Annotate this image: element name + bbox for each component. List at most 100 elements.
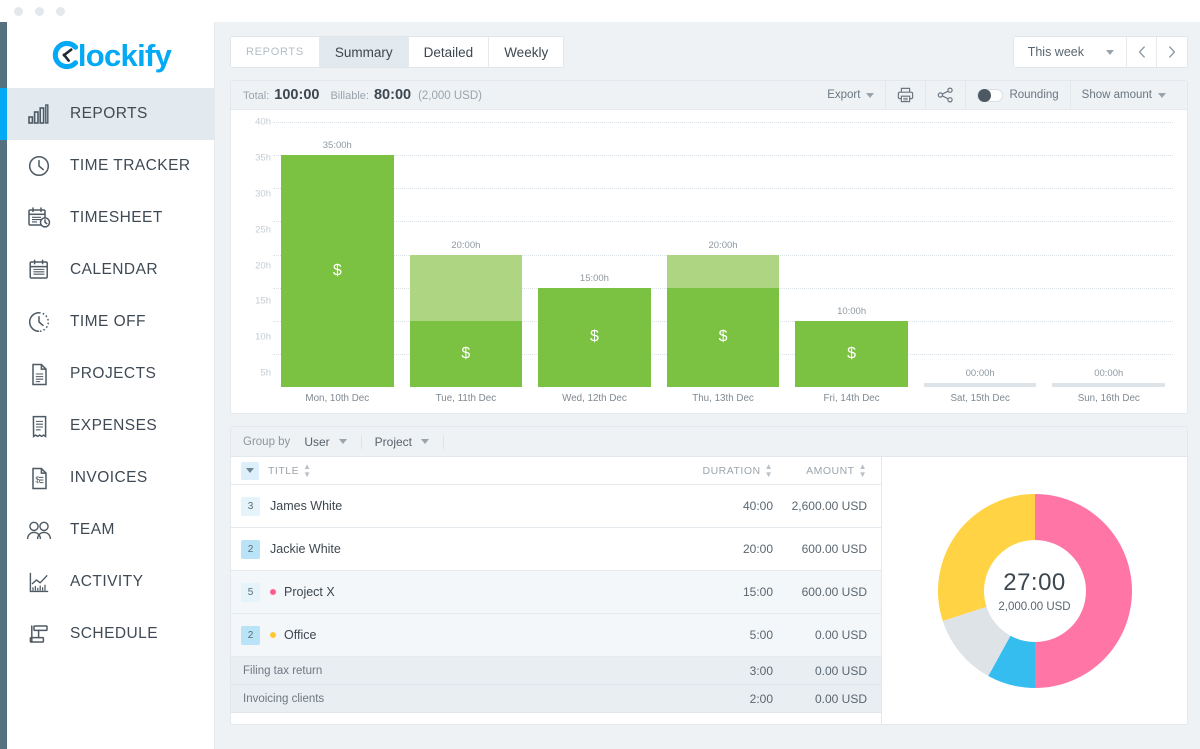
row-title-cell: Filing tax return	[243, 665, 677, 677]
chevron-down-icon	[866, 92, 875, 98]
table-row[interactable]: 2 Jackie White 20:00 600.00 USD	[231, 528, 881, 571]
donut-panel: 27:00 2,000.00 USD	[882, 457, 1187, 724]
invoice-icon: $	[25, 467, 53, 490]
bar-segment-nonbillable	[666, 254, 780, 288]
rounding-toggle-group[interactable]: Rounding	[965, 80, 1069, 110]
project-color-dot	[270, 589, 276, 595]
toggle-knob	[978, 89, 992, 102]
sidebar-item-activity[interactable]: ACTIVITY	[0, 556, 214, 608]
export-button[interactable]: Export	[816, 81, 885, 110]
x-axis-tick: Wed, 12th Dec	[562, 393, 627, 404]
chart-bar-column[interactable]: 00:00h	[916, 122, 1045, 387]
column-header-amount[interactable]: AMOUNT ▲ ▼	[773, 462, 881, 479]
table-row[interactable]: Filing tax return 3:00 0.00 USD	[231, 657, 881, 685]
donut-chart: 27:00 2,000.00 USD	[937, 493, 1133, 689]
y-axis-tick: 5h	[260, 367, 271, 379]
group-by-bar: Group by User Project	[231, 427, 1187, 457]
report-toolbar: REPORTS Summary Detailed Weekly This wee…	[230, 36, 1188, 68]
tab-summary[interactable]: Summary	[319, 37, 409, 67]
sidebar-item-time-off[interactable]: TIME OFF	[0, 296, 214, 348]
sidebar-item-timesheet[interactable]: TIMESHEET	[0, 192, 214, 244]
row-count-badge[interactable]: 3	[241, 496, 260, 516]
clock-dashed-icon	[25, 311, 53, 333]
bar-value-label: 20:00h	[708, 239, 738, 251]
chart-y-axis: 40h 35h 30h 25h 20h 15h 10h 5h	[239, 117, 273, 409]
sidebar-item-calendar[interactable]: CALENDAR	[0, 244, 214, 296]
row-title-cell: Jackie White	[270, 542, 677, 556]
chart-bar-column[interactable]: 35:00h $	[273, 122, 402, 387]
tab-detailed[interactable]: Detailed	[408, 37, 490, 67]
sidebar-item-label: PROJECTS	[70, 365, 157, 382]
sidebar-item-label: TIME TRACKER	[70, 157, 191, 174]
tab-weekly[interactable]: Weekly	[489, 37, 564, 67]
calendar-icon	[25, 259, 53, 281]
sidebar-item-reports[interactable]: REPORTS	[0, 88, 214, 140]
x-axis-tick: Fri, 14th Dec	[823, 393, 880, 404]
show-amount-label: Show amount	[1081, 89, 1152, 101]
sidebar-item-time-tracker[interactable]: TIME TRACKER	[0, 140, 214, 192]
sidebar-item-schedule[interactable]: SCHEDULE	[0, 608, 214, 660]
bar-value-label: 35:00h	[322, 140, 352, 152]
chart-bar-column[interactable]: 00:00h	[1044, 122, 1173, 387]
stacked-bar: $	[409, 254, 523, 387]
x-axis-tick: Thu, 13th Dec	[692, 393, 754, 404]
sidebar-item-team[interactable]: TEAM	[0, 504, 214, 556]
print-button[interactable]	[885, 80, 925, 110]
chart-header-tools: Export Rounding Show amount	[816, 80, 1177, 110]
row-count-badge[interactable]: 5	[241, 582, 260, 602]
stacked-bar: $	[666, 254, 780, 387]
column-header-duration[interactable]: DURATION ▲ ▼	[677, 462, 773, 479]
totals-summary: Total: 100:00 Billable: 80:00 (2,000 USD…	[243, 87, 482, 103]
column-header-title[interactable]: TITLE ▲ ▼	[268, 462, 677, 479]
date-prev-button[interactable]	[1127, 37, 1157, 67]
y-axis-tick: 30h	[255, 188, 271, 200]
group-by-secondary-dropdown[interactable]: Project	[375, 427, 443, 457]
group-by-primary-dropdown[interactable]: User	[304, 427, 360, 457]
donut-total-duration: 27:00	[1003, 568, 1066, 596]
row-amount: 0.00 USD	[814, 691, 867, 706]
sidebar-item-invoices[interactable]: $ INVOICES	[0, 452, 214, 504]
chart-bar-column[interactable]: 20:00h $	[402, 122, 531, 387]
show-amount-dropdown[interactable]: Show amount	[1069, 80, 1177, 110]
table-row[interactable]: 2 Office 5:00 0.00 USD	[231, 614, 881, 657]
date-range-value: This week	[1027, 45, 1084, 59]
bar-segment-nonbillable	[409, 254, 523, 321]
group-by-primary-value: User	[304, 434, 330, 449]
table-row[interactable]: Invoicing clients 2:00 0.00 USD	[231, 685, 881, 713]
logo-wordmark: lockify	[77, 37, 172, 73]
date-next-button[interactable]	[1157, 37, 1187, 67]
total-label: Total:	[243, 90, 270, 102]
window-minimize-dot[interactable]	[35, 6, 44, 16]
app-logo[interactable]: lockify	[0, 22, 214, 88]
table-row[interactable]: 3 James White 40:00 2,600.00 USD	[231, 485, 881, 528]
row-count-badge[interactable]: 2	[241, 625, 260, 645]
window-maximize-dot[interactable]	[56, 6, 65, 16]
sidebar-item-expenses[interactable]: EXPENSES	[0, 400, 214, 452]
share-button[interactable]	[925, 80, 965, 110]
expand-all-toggle[interactable]	[241, 461, 259, 480]
billable-dollar-icon: $	[461, 344, 471, 362]
table-row[interactable]: 5 Project X 15:00 600.00 USD	[231, 571, 881, 614]
x-axis-tick: Sat, 15th Dec	[950, 393, 1010, 404]
chart-bar-column[interactable]: 15:00h $	[530, 122, 659, 387]
billable-dollar-icon: $	[589, 328, 599, 346]
row-duration: 20:00	[742, 542, 773, 556]
sidebar-item-label: ACTIVITY	[70, 573, 144, 590]
app-window: lockify REPORTS TIME TRACKER TIMESHEET C…	[0, 0, 1200, 749]
sidebar-item-projects[interactable]: PROJECTS	[0, 348, 214, 400]
table-header-row: TITLE ▲ ▼ DURATION ▲ ▼ AMOUNT ▲ ▼	[231, 457, 881, 485]
x-axis-tick: Sun, 16th Dec	[1077, 393, 1140, 404]
row-count-badge[interactable]: 2	[241, 539, 260, 559]
row-amount: 0.00 USD	[814, 628, 867, 642]
stacked-bar: $	[281, 155, 394, 387]
window-close-dot[interactable]	[14, 6, 23, 16]
chart-bar-column[interactable]: 10:00h $	[787, 122, 916, 387]
rounding-toggle[interactable]	[977, 88, 1004, 102]
sidebar: lockify REPORTS TIME TRACKER TIMESHEET C…	[0, 22, 215, 749]
chart-bar-column[interactable]: 20:00h $	[659, 122, 788, 387]
y-axis-tick: 35h	[255, 152, 271, 164]
y-axis-tick: 25h	[255, 224, 271, 236]
date-range-dropdown[interactable]: This week	[1013, 37, 1127, 67]
report-table: TITLE ▲ ▼ DURATION ▲ ▼ AMOUNT ▲ ▼ 3 Jame…	[231, 457, 882, 724]
row-title-text: James White	[270, 499, 343, 513]
